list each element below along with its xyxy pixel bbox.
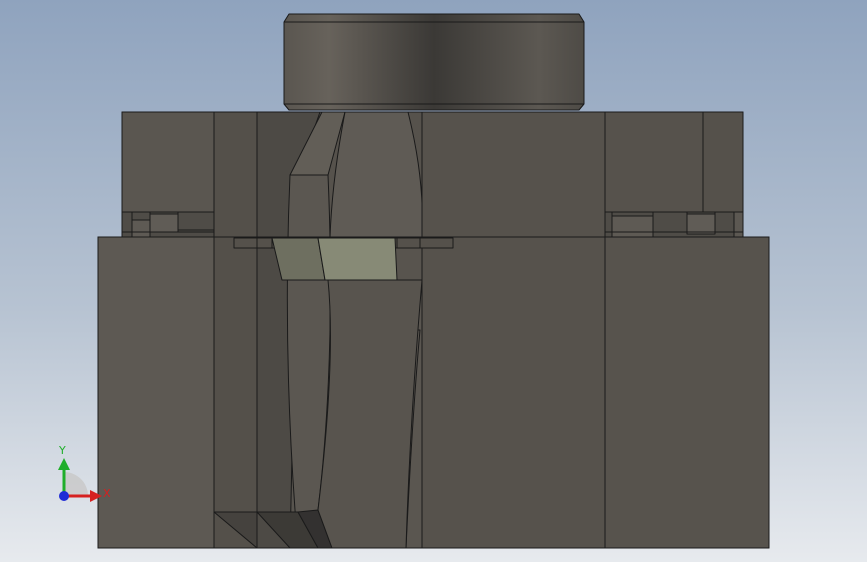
x-axis-label: X	[103, 487, 111, 500]
y-axis-label: Y	[58, 444, 66, 457]
z-axis-dot	[59, 491, 69, 501]
graphics-viewport[interactable]: Y X	[0, 0, 867, 562]
coordinate-triad: Y X	[58, 444, 111, 502]
triad-plane-arc	[64, 472, 88, 496]
